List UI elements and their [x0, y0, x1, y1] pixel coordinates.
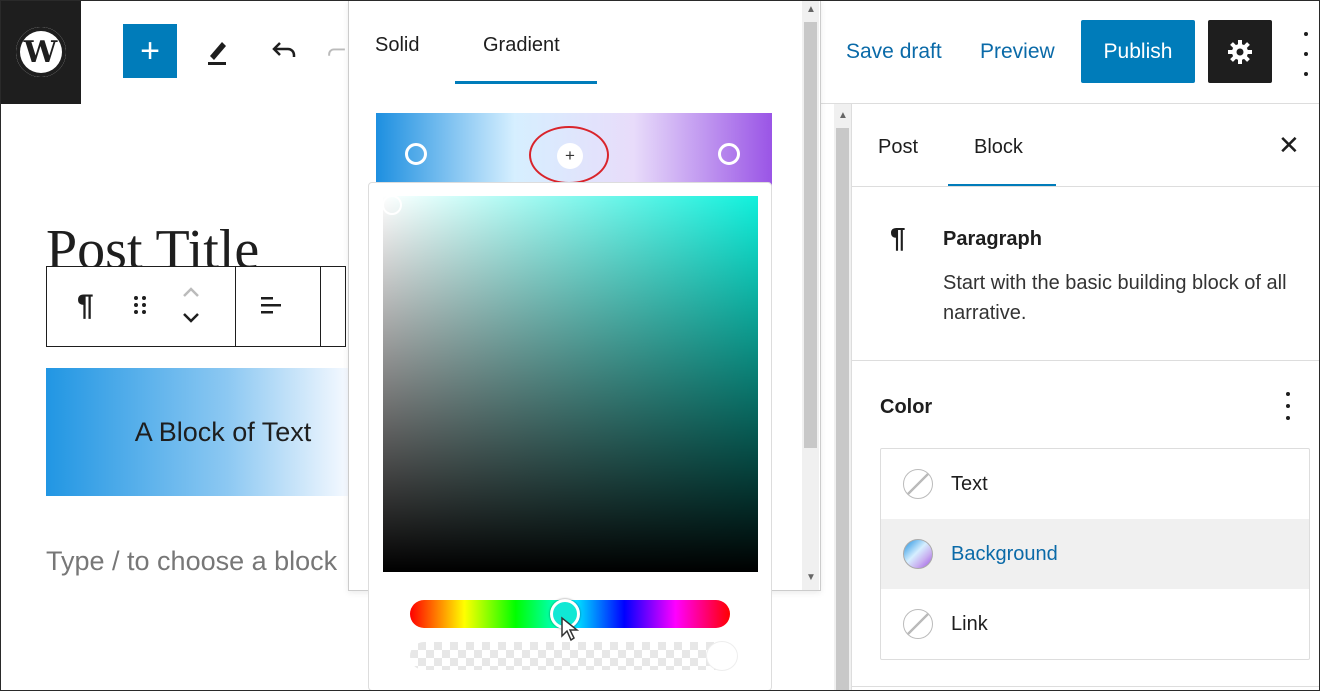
color-item-background[interactable]: Background: [881, 519, 1309, 589]
paragraph-block-icon: ¶: [890, 222, 906, 253]
color-section-title[interactable]: Color: [880, 396, 932, 419]
close-sidebar-button[interactable]: ✕: [1278, 130, 1300, 161]
gradient-stop-end[interactable]: [718, 143, 740, 165]
color-item-label: Link: [951, 612, 988, 635]
saturation-handle[interactable]: [382, 195, 402, 215]
pencil-icon: [208, 42, 226, 65]
sidebar-divider: [852, 186, 1320, 187]
block-text: A Block of Text: [134, 416, 312, 447]
color-options-button[interactable]: [1282, 392, 1294, 420]
color-item-link[interactable]: Link: [881, 589, 1309, 659]
settings-button[interactable]: [1208, 20, 1272, 83]
scrollbar-thumb[interactable]: [836, 128, 849, 691]
tab-solid[interactable]: Solid: [375, 34, 419, 57]
color-settings-list: Text Background Link: [880, 448, 1310, 660]
scrollbar-thumb[interactable]: [804, 22, 817, 448]
tab-post[interactable]: Post: [878, 136, 918, 159]
block-name: Paragraph: [943, 228, 1042, 250]
preview-button[interactable]: Preview: [980, 40, 1055, 64]
undo-icon: [272, 42, 296, 57]
scroll-down-icon[interactable]: ▼: [806, 572, 816, 583]
color-item-text[interactable]: Text: [881, 449, 1309, 519]
options-menu-button[interactable]: [1296, 32, 1316, 76]
save-draft-button[interactable]: Save draft: [846, 40, 942, 64]
toolbar-divider: [320, 267, 321, 346]
no-color-swatch-icon: [903, 609, 933, 639]
block-placeholder[interactable]: Type / to choose a block: [46, 546, 346, 577]
move-down-icon[interactable]: [181, 311, 201, 330]
edit-tools-button[interactable]: [197, 24, 237, 78]
saturation-picker[interactable]: [383, 196, 758, 572]
gear-icon: [1228, 39, 1252, 64]
drag-handle-icon[interactable]: [133, 295, 147, 320]
publish-button[interactable]: Publish: [1081, 20, 1195, 83]
undo-button[interactable]: [264, 24, 304, 78]
highlight-annotation: [529, 126, 609, 184]
paragraph-block[interactable]: A Block of Text: [46, 368, 348, 496]
color-item-label: Text: [951, 472, 988, 495]
toolbar-divider: [235, 267, 236, 346]
sidebar-divider: [852, 686, 1320, 687]
wordpress-logo[interactable]: W: [0, 0, 81, 104]
tab-gradient[interactable]: Gradient: [483, 34, 560, 57]
add-block-button[interactable]: +: [123, 24, 177, 78]
block-description: Start with the basic building block of a…: [943, 272, 1287, 324]
scroll-up-icon[interactable]: ▲: [838, 110, 848, 121]
gradient-stop-start[interactable]: [405, 143, 427, 165]
color-item-label: Background: [951, 542, 1058, 565]
canvas-scrollbar[interactable]: ▲: [834, 104, 851, 691]
sidebar-divider: [852, 360, 1320, 361]
block-toolbar: ¶: [46, 266, 346, 347]
redo-icon: [328, 48, 345, 56]
mouse-pointer-icon: [560, 616, 580, 647]
popover-scrollbar[interactable]: ▲ ▼: [802, 0, 819, 590]
no-color-swatch-icon: [903, 469, 933, 499]
alpha-handle[interactable]: [706, 641, 738, 671]
gradient-swatch-icon: [903, 539, 933, 569]
redo-button[interactable]: [326, 24, 348, 78]
active-tab-indicator: [455, 81, 597, 84]
move-up-icon[interactable]: [181, 285, 201, 304]
wordpress-icon: W: [15, 27, 66, 77]
scroll-up-icon[interactable]: ▲: [806, 4, 816, 15]
paragraph-icon[interactable]: ¶: [77, 289, 94, 323]
tab-block[interactable]: Block: [974, 136, 1023, 159]
align-icon[interactable]: [259, 293, 283, 322]
